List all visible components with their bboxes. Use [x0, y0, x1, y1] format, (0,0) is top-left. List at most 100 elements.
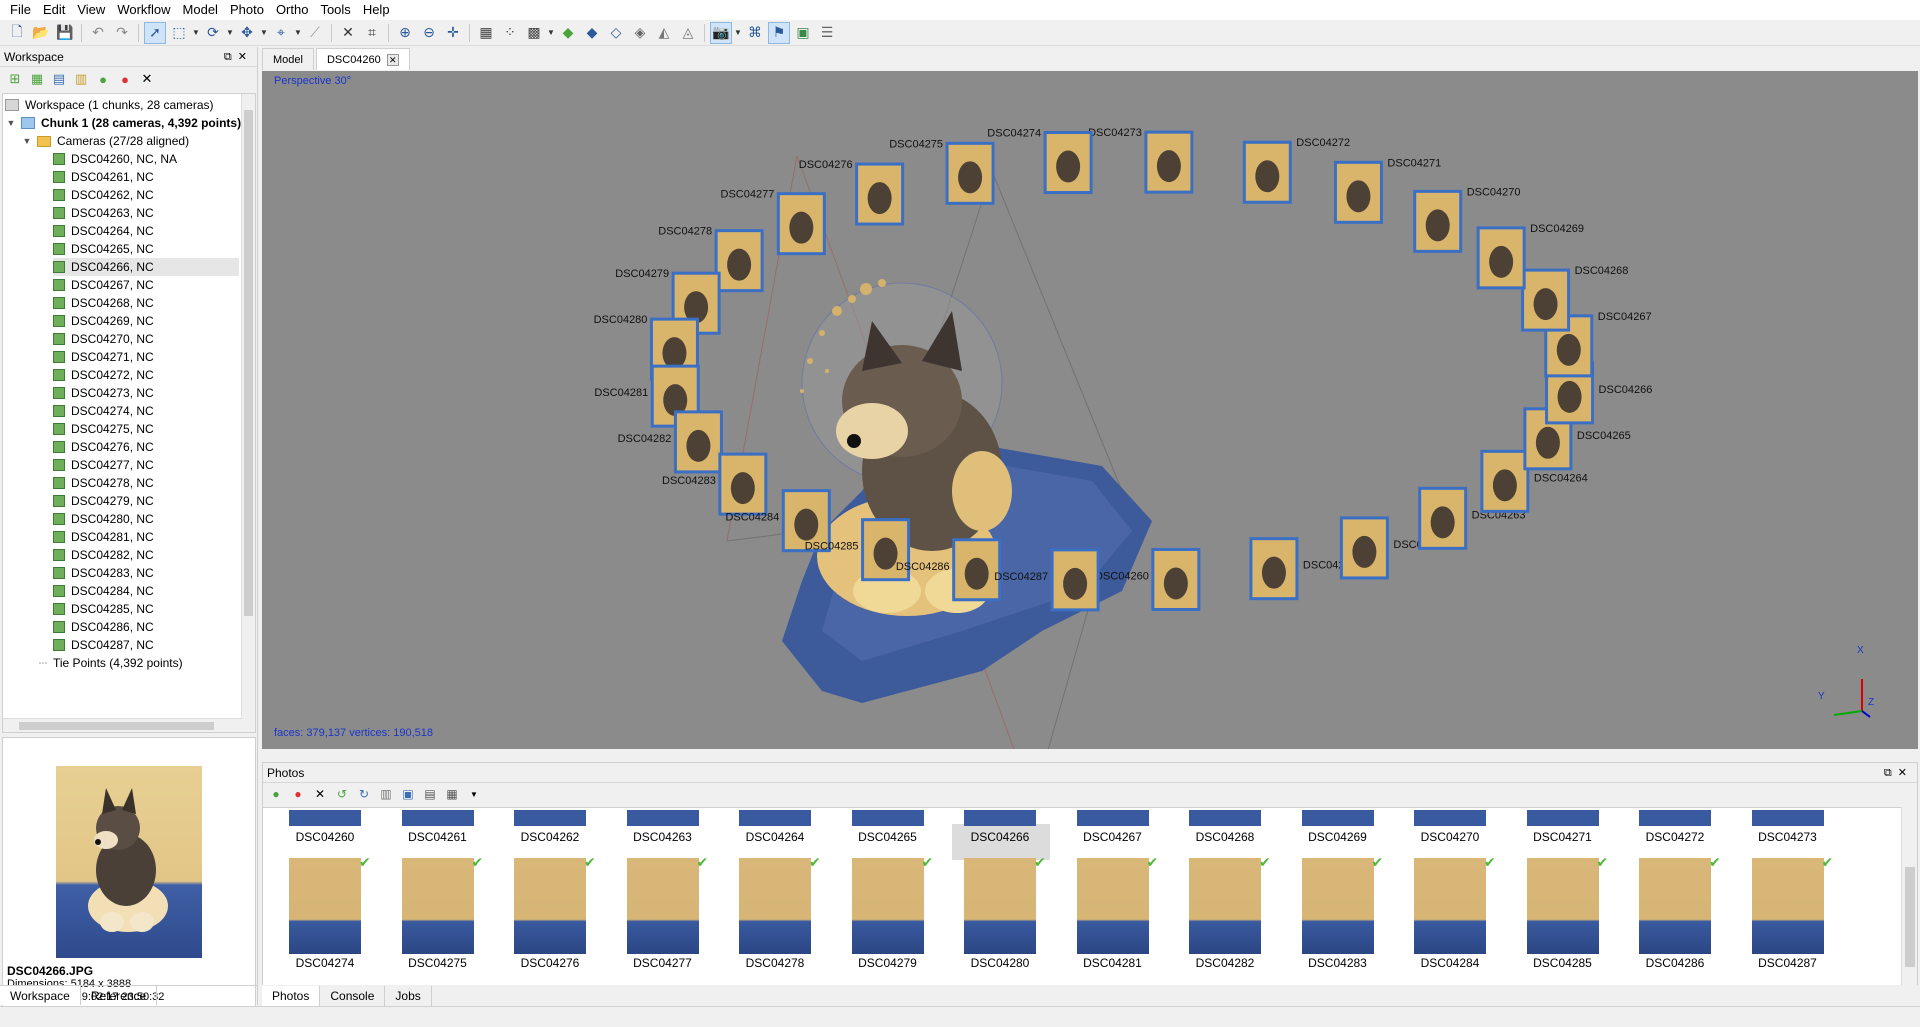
camera-item[interactable]: DSC04266, NC	[53, 258, 239, 276]
save-icon[interactable]: 💾	[54, 22, 76, 44]
rectangle-selection-icon[interactable]: ⬚	[168, 22, 190, 44]
panel-float-close-icon[interactable]: ⧉✕	[224, 47, 253, 67]
zoom-out-icon[interactable]: ⊖	[418, 22, 440, 44]
tiled-model-icon[interactable]: ◬	[677, 22, 699, 44]
new-file-icon[interactable]: 🗋	[6, 22, 28, 44]
tab-console[interactable]: Console	[320, 986, 386, 1006]
tree-vertical-scrollbar[interactable]	[241, 94, 255, 732]
menu-view[interactable]: View	[71, 0, 111, 20]
tab-reference[interactable]: Reference	[81, 986, 158, 1005]
menu-edit[interactable]: Edit	[37, 0, 71, 20]
tab-workspace[interactable]: Workspace	[0, 986, 81, 1005]
camera-item[interactable]: DSC04269, NC	[53, 312, 239, 330]
rotate-left-icon[interactable]: ↺	[333, 785, 351, 803]
tab-photos[interactable]: Photos	[262, 986, 321, 1006]
show-cameras-grid-icon[interactable]: ▦	[475, 22, 497, 44]
camera-item[interactable]: DSC04274, NC	[53, 402, 239, 420]
camera-item[interactable]: DSC04283, NC	[53, 564, 239, 582]
filter-by-point-icon[interactable]: ▤	[421, 785, 439, 803]
camera-item[interactable]: DSC04280, NC	[53, 510, 239, 528]
camera-item[interactable]: DSC04262, NC	[53, 186, 239, 204]
tab-dsc04260[interactable]: DSC04260 ✕	[315, 48, 410, 70]
camera-item[interactable]: DSC04273, NC	[53, 384, 239, 402]
menu-workflow[interactable]: Workflow	[111, 0, 176, 20]
menu-photo[interactable]: Photo	[224, 0, 270, 20]
photos-vertical-scrollbar[interactable]	[1901, 807, 1917, 985]
camera-item[interactable]: DSC04265, NC	[53, 240, 239, 258]
panel-float-close-icon[interactable]: ⧉✕	[1884, 763, 1913, 783]
reset-filter-icon[interactable]: ▥	[377, 785, 395, 803]
disable-camera-icon[interactable]: ●	[289, 785, 307, 803]
camera-item[interactable]: DSC04282, NC	[53, 546, 239, 564]
show-shapes-icon[interactable]: ⌘	[744, 22, 766, 44]
add-folder-icon[interactable]: ▤	[50, 70, 68, 88]
camera-item[interactable]: DSC04278, NC	[53, 474, 239, 492]
show-markers-icon[interactable]: ⚑	[768, 21, 790, 44]
chevron-right-icon[interactable]: ⋯	[37, 654, 49, 672]
camera-frame[interactable]: DSC04275	[889, 138, 995, 205]
camera-item[interactable]: DSC04264, NC	[53, 222, 239, 240]
chevron-down-icon[interactable]: ▼	[260, 22, 268, 44]
model-textured-icon[interactable]: ◭	[653, 22, 675, 44]
menu-tools[interactable]: Tools	[314, 0, 356, 20]
camera-item[interactable]: DSC04277, NC	[53, 456, 239, 474]
enable-icon[interactable]: ●	[94, 70, 112, 88]
tree-root[interactable]: Workspace (1 chunks, 28 cameras)	[5, 96, 214, 114]
tree-chunk[interactable]: ▼ Chunk 1 (28 cameras, 4,392 points)	[5, 114, 242, 132]
chevron-down-icon[interactable]: ▼	[294, 22, 302, 44]
model-solid-icon[interactable]: ◆	[581, 22, 603, 44]
camera-item[interactable]: DSC04281, NC	[53, 528, 239, 546]
camera-item[interactable]: DSC04270, NC	[53, 330, 239, 348]
close-icon[interactable]: ✕	[386, 54, 399, 66]
model-shaded-icon[interactable]: ◆	[557, 22, 579, 44]
navigation-pointer-icon[interactable]: ➚	[144, 21, 166, 44]
scroll-thumb[interactable]	[19, 722, 214, 730]
scroll-thumb[interactable]	[244, 110, 253, 616]
show-region-icon[interactable]: ▣	[792, 22, 814, 44]
remove-camera-icon[interactable]: ✕	[311, 785, 329, 803]
chevron-down-icon[interactable]: ▼	[547, 22, 555, 44]
model-viewport[interactable]: DSC04260DSC04261DSC04262DSC04263DSC04264…	[262, 71, 1918, 749]
chevron-down-icon[interactable]: ▼	[21, 132, 33, 150]
show-points-icon[interactable]: ⁘	[499, 22, 521, 44]
camera-item[interactable]: DSC04285, NC	[53, 600, 239, 618]
zoom-in-icon[interactable]: ⊕	[394, 22, 416, 44]
chevron-down-icon[interactable]: ▼	[465, 785, 483, 803]
scroll-thumb[interactable]	[1905, 867, 1915, 967]
show-cameras-icon[interactable]: 📷	[710, 21, 732, 44]
reset-view-icon[interactable]: ✛	[442, 22, 464, 44]
camera-item[interactable]: DSC04286, NC	[53, 618, 239, 636]
tab-jobs[interactable]: Jobs	[385, 986, 432, 1006]
tree-cameras-folder[interactable]: ▼ Cameras (27/28 aligned)	[21, 132, 190, 150]
ruler-icon[interactable]: ⌖	[270, 22, 292, 44]
chevron-down-icon[interactable]: ▼	[734, 22, 742, 44]
undo-icon[interactable]: ↶	[87, 22, 109, 44]
camera-item[interactable]: DSC04271, NC	[53, 348, 239, 366]
camera-item[interactable]: DSC04284, NC	[53, 582, 239, 600]
menu-file[interactable]: File	[4, 0, 37, 20]
add-chunk-icon[interactable]: ⊞	[6, 70, 24, 88]
menu-help[interactable]: Help	[357, 0, 396, 20]
camera-item[interactable]: DSC04287, NC	[53, 636, 239, 654]
tree-horizontal-scrollbar[interactable]	[3, 718, 243, 732]
tree-tie-points[interactable]: ⋯ Tie Points (4,392 points)	[37, 654, 183, 672]
rotate-object-icon[interactable]: ⟳	[202, 22, 224, 44]
camera-item[interactable]: DSC04260, NC, NA	[53, 150, 239, 168]
camera-item[interactable]: DSC04276, NC	[53, 438, 239, 456]
camera-item[interactable]: DSC04268, NC	[53, 294, 239, 312]
crop-icon[interactable]: ⌗	[361, 22, 383, 44]
open-folder-icon[interactable]: 📂	[30, 22, 52, 44]
camera-item[interactable]: DSC04279, NC	[53, 492, 239, 510]
camera-item[interactable]: DSC04267, NC	[53, 276, 239, 294]
camera-item[interactable]: DSC04272, NC	[53, 366, 239, 384]
chevron-down-icon[interactable]: ▼	[5, 114, 17, 132]
menu-model[interactable]: Model	[177, 0, 224, 20]
tab-model[interactable]: Model	[262, 48, 314, 70]
chevron-down-icon[interactable]: ▼	[226, 22, 234, 44]
camera-item[interactable]: DSC04261, NC	[53, 168, 239, 186]
chevron-down-icon[interactable]: ▼	[192, 22, 200, 44]
menu-ortho[interactable]: Ortho	[270, 0, 315, 20]
measure-icon[interactable]: ⟋	[304, 22, 326, 44]
enable-camera-icon[interactable]: ●	[267, 785, 285, 803]
rotate-right-icon[interactable]: ↻	[355, 785, 373, 803]
